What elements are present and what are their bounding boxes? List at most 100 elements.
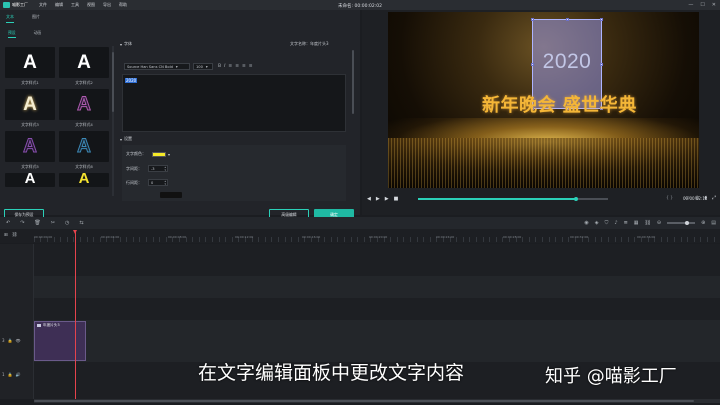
alignment-options[interactable] xyxy=(160,192,182,198)
step-forward-icon[interactable]: ▶ xyxy=(385,196,389,202)
ruler-label: 00:00:04:00 xyxy=(101,235,120,239)
resize-handle[interactable] xyxy=(531,63,534,66)
marker-icon[interactable]: ◈ xyxy=(595,220,599,226)
style-card[interactable]: A xyxy=(5,173,55,187)
scrollbar-knob[interactable] xyxy=(34,400,694,402)
link-icon[interactable]: ⛓ xyxy=(12,233,18,238)
tab-image[interactable]: 图片 xyxy=(32,14,40,23)
style-card[interactable]: A 文字样式5 xyxy=(5,131,55,170)
resize-handle[interactable] xyxy=(531,18,534,21)
playhead-handle[interactable] xyxy=(73,230,77,234)
zoom-out-icon[interactable]: ⊖ xyxy=(657,220,661,226)
tutorial-subtitle: 在文字编辑面板中更改文字内容 xyxy=(198,362,465,384)
close-icon[interactable]: ✕ xyxy=(712,2,716,8)
project-title: 未命名: 00:00:02:02 xyxy=(338,4,382,9)
add-track-icon[interactable]: ⊞ xyxy=(4,233,8,238)
track-header xyxy=(0,298,34,320)
cut-icon[interactable]: ✂ xyxy=(51,220,55,226)
clock-icon[interactable]: ◷ xyxy=(65,220,69,226)
speaker-icon[interactable]: 🔊 xyxy=(16,372,21,377)
adjust-icon[interactable]: ⇆ xyxy=(79,220,83,226)
text-style-grid: A 文字样式1 A 文字样式2 A 文字样式3 A 文字样式4 A 文字样式5 … xyxy=(5,47,111,187)
align-justify-icon[interactable]: ≡ xyxy=(249,64,253,69)
letter-spacing-stepper[interactable]: -3 ▴ ▾ xyxy=(148,165,168,172)
eye-icon[interactable]: 👁 xyxy=(16,338,21,343)
subtab-preset[interactable]: 预设 xyxy=(8,30,16,38)
font-family-value: Source Han Sans CN Bold xyxy=(127,64,173,69)
font-family-select[interactable]: Source Han Sans CN Bold ▾ xyxy=(124,63,190,70)
timeline-hscrollbar[interactable] xyxy=(34,399,720,403)
redo-icon[interactable]: ↷ xyxy=(20,220,24,226)
zoom-slider[interactable] xyxy=(667,220,696,225)
text-content-input[interactable]: 2020 xyxy=(122,74,346,132)
step-back-icon[interactable]: ◀ xyxy=(367,196,371,202)
resize-handle[interactable] xyxy=(566,18,569,21)
style-label: 文字样式4 xyxy=(75,122,93,127)
maximize-icon[interactable]: ☐ xyxy=(700,2,704,8)
line-spacing-stepper[interactable]: 0 ▴ ▾ xyxy=(148,179,168,186)
style-card[interactable]: A 文字样式4 xyxy=(59,89,109,128)
lock-icon[interactable]: 🔒 xyxy=(8,338,13,343)
settings-section-header[interactable]: ▾ 设置 xyxy=(120,136,132,142)
playhead-line[interactable] xyxy=(75,232,76,400)
bold-icon[interactable]: B xyxy=(218,64,221,69)
clip-label: 年度片头3 xyxy=(43,323,60,327)
text-color-swatch[interactable] xyxy=(152,151,166,157)
font-section-header[interactable]: ▾ 字体 xyxy=(120,41,132,47)
timeline-ruler[interactable]: 00:00:00:00 00:00:04:00 00:00:08:00 00:0… xyxy=(0,229,720,243)
scrollbar-knob[interactable] xyxy=(112,52,114,112)
playback-progress[interactable] xyxy=(418,196,608,201)
shield-icon[interactable]: ⛉ xyxy=(605,220,609,226)
title-clip[interactable]: 年度片头3 xyxy=(34,321,86,361)
volume-icon[interactable]: ◖ xyxy=(704,195,707,201)
style-card[interactable]: A 文字样式1 xyxy=(5,47,55,86)
fullscreen-icon[interactable]: ⤢ xyxy=(712,195,716,201)
panel-scrollbar[interactable] xyxy=(352,50,354,114)
play-icon[interactable]: ▶ xyxy=(376,196,380,202)
chevron-down-icon: ▾ xyxy=(205,64,208,69)
progress-thumb[interactable] xyxy=(573,196,578,201)
mic-icon[interactable]: ♪ xyxy=(614,220,617,226)
minimize-icon[interactable]: — xyxy=(688,2,693,8)
delete-icon[interactable]: 🗑 xyxy=(34,220,40,226)
zoom-slider-knob[interactable] xyxy=(685,220,690,225)
stop-icon[interactable]: ■ xyxy=(394,196,399,202)
style-card[interactable]: A 文字样式6 xyxy=(59,131,109,170)
font-size-select[interactable]: 100 ▾ xyxy=(193,63,213,70)
chevron-down-icon[interactable]: ▾ xyxy=(168,152,170,157)
align-left-icon[interactable]: ≡ xyxy=(228,64,232,69)
subtab-animation[interactable]: 动画 xyxy=(34,30,42,38)
render-icon[interactable]: ◉ xyxy=(584,220,588,226)
stepper-arrows-icon[interactable]: ▴ ▾ xyxy=(164,179,166,187)
monitor-icon[interactable]: ▭ xyxy=(685,195,690,201)
style-card[interactable]: A 文字样式3 xyxy=(5,89,55,128)
lock-icon[interactable]: 🔒 xyxy=(8,372,13,377)
italic-icon[interactable]: I xyxy=(224,64,225,69)
mark-in-out-icon[interactable]: { } xyxy=(666,196,673,201)
audio-mix-icon[interactable]: ≣ xyxy=(624,220,628,226)
style-thumb-a: A xyxy=(59,173,109,187)
text-clip-icon xyxy=(37,324,41,327)
video-preview[interactable]: 2020 新年晚会 盛世华典 xyxy=(388,12,699,188)
zoom-in-icon[interactable]: ⊕ xyxy=(701,220,705,226)
stepper-arrows-icon[interactable]: ▴ ▾ xyxy=(164,165,166,173)
preview-panel: 2020 新年晚会 盛世华典 ◀ ▶ ▶ ■ { } 00:00:02:12 xyxy=(362,10,720,215)
style-label: 文字样式6 xyxy=(75,164,93,169)
grid-icon[interactable]: ▤ xyxy=(711,220,716,226)
line-spacing-label: 行间距： xyxy=(126,179,142,185)
resize-handle[interactable] xyxy=(600,63,603,66)
style-scrollbar[interactable] xyxy=(112,46,114,196)
preview-year-text: 2020 xyxy=(542,50,592,73)
style-card[interactable]: A xyxy=(59,173,109,187)
style-thumb-a: A xyxy=(5,131,55,162)
style-card[interactable]: A 文字样式2 xyxy=(59,47,109,86)
resize-handle[interactable] xyxy=(600,18,603,21)
layout-icon[interactable]: ▦ xyxy=(634,220,639,226)
undo-icon[interactable]: ↶ xyxy=(6,220,10,226)
align-center-icon[interactable]: ≡ xyxy=(235,64,239,69)
tab-text[interactable]: 文本 xyxy=(6,14,14,23)
style-thumb-a: A xyxy=(59,131,109,162)
align-right-icon[interactable]: ≡ xyxy=(242,64,246,69)
snapshot-icon[interactable]: ◎ xyxy=(695,195,699,201)
link-icon[interactable]: ⛓ xyxy=(645,220,651,226)
